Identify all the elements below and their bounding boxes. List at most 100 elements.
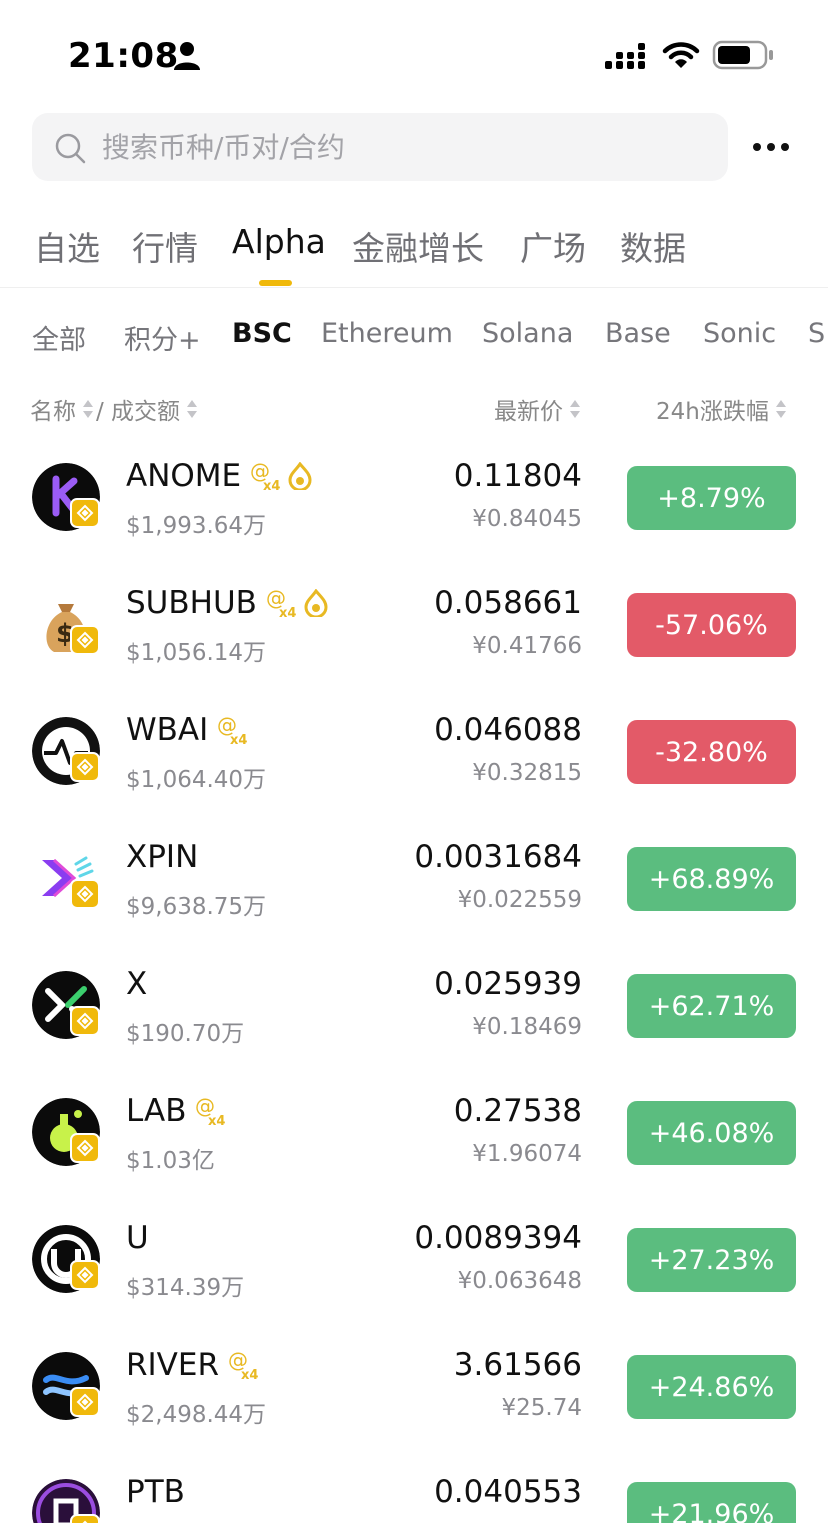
coin-symbol-text: SUBHUB (126, 585, 257, 621)
change-column-label: 24h涨跌幅 (656, 399, 769, 425)
person-icon (174, 42, 200, 70)
alpha-points-icon: @x4 (217, 714, 247, 746)
coin-price-cny: ¥25.74 (501, 1395, 582, 1421)
change-badge[interactable]: +68.89% (627, 847, 796, 911)
sort-price-header[interactable]: 最新价 (494, 392, 581, 426)
bnb-chain-icon (70, 1387, 100, 1417)
coin-row-wbai[interactable]: WBAI @ x4 $1,064.40万 0.046088 ¥0.32815 -3… (0, 700, 828, 827)
more-icon[interactable] (748, 132, 794, 162)
bnb-chain-icon (70, 752, 100, 782)
change-badge[interactable]: -32.80% (627, 720, 796, 784)
subtab-ethereum[interactable]: Ethereum (321, 318, 453, 349)
status-time: 21:08 (68, 36, 179, 76)
coin-row-ptb[interactable]: PTB 0.040553 +21.96% (0, 1462, 828, 1523)
change-badge[interactable]: +27.23% (627, 1228, 796, 1292)
subtab-solana[interactable]: Solana (482, 318, 573, 349)
fire-icon (288, 462, 312, 490)
bnb-chain-icon (70, 498, 100, 528)
sort-name-header[interactable]: 名称 / 成交额 (30, 392, 198, 426)
tab-finance-growth[interactable]: 金融增长 (352, 222, 484, 270)
coin-row-subhub[interactable]: $ SUBHUB @ x4 $1,056.14万 0.058661 ¥0.4176… (0, 573, 828, 700)
tab-alpha[interactable]: Alpha (232, 222, 326, 261)
subtab-overflow[interactable]: S (808, 318, 825, 349)
coin-price: 0.046088 (434, 712, 582, 748)
coin-volume: $1.03亿 (126, 1148, 215, 1174)
coin-row-lab[interactable]: LAB @ x4 $1.03亿 0.27538 ¥1.96074 +46.08% (0, 1081, 828, 1208)
coin-price-cny: ¥0.022559 (457, 887, 582, 913)
change-badge[interactable]: +21.96% (627, 1482, 796, 1523)
tab-square[interactable]: 广场 (520, 222, 586, 270)
coin-symbol: XPIN (126, 839, 198, 875)
coin-symbol: SUBHUB @ x4 (126, 585, 329, 621)
fire-icon (304, 589, 328, 617)
coin-price-cny: ¥1.96074 (472, 1141, 582, 1167)
alpha-multiplier: x4 (230, 733, 247, 746)
coin-volume: $1,064.40万 (126, 767, 267, 793)
alpha-multiplier: x4 (263, 479, 280, 492)
coin-price: 0.0031684 (414, 839, 582, 875)
bnb-chain-icon (70, 1260, 100, 1290)
coin-symbol: U (126, 1220, 149, 1256)
change-badge[interactable]: +62.71% (627, 974, 796, 1038)
coin-symbol: X (126, 966, 147, 1002)
change-badge[interactable]: +8.79% (627, 466, 796, 530)
search-input[interactable] (102, 127, 702, 167)
coin-price-cny: ¥0.32815 (472, 760, 582, 786)
alpha-multiplier: x4 (208, 1114, 225, 1127)
subtab-base[interactable]: Base (605, 318, 671, 349)
coin-row-x[interactable]: X $190.70万 0.025939 ¥0.18469 +62.71% (0, 954, 828, 1081)
coin-price-cny: ¥0.18469 (472, 1014, 582, 1040)
bnb-chain-icon (70, 625, 100, 655)
volume-column-label: / 成交额 (96, 399, 181, 425)
sort-change-header[interactable]: 24h涨跌幅 (656, 392, 787, 426)
sort-icon (775, 400, 786, 418)
tab-markets[interactable]: 行情 (132, 222, 198, 270)
coin-row-xpin[interactable]: XPIN $9,638.75万 0.0031684 ¥0.022559 +68.… (0, 827, 828, 954)
search-bar[interactable] (32, 113, 728, 181)
status-bar: 21:08 (0, 0, 828, 100)
coin-price: 0.11804 (453, 458, 582, 494)
tab-data[interactable]: 数据 (620, 222, 686, 270)
coin-price: 0.040553 (434, 1474, 582, 1510)
coin-symbol: WBAI @ x4 (126, 712, 250, 748)
subtab-all[interactable]: 全部 (32, 318, 86, 357)
coin-volume: $190.70万 (126, 1021, 245, 1047)
bnb-chain-icon (70, 1006, 100, 1036)
coin-symbol: RIVER @ x4 (126, 1347, 261, 1383)
coin-symbol: ANOME @ x4 (126, 458, 313, 494)
alpha-points-icon: @x4 (228, 1349, 258, 1381)
coin-row-river[interactable]: RIVER @ x4 $2,498.44万 3.61566 ¥25.74 +24.… (0, 1335, 828, 1462)
wifi-icon (662, 42, 700, 68)
sort-icon (83, 400, 93, 418)
coin-volume: $9,638.75万 (126, 894, 267, 920)
coin-symbol-text: PTB (126, 1474, 185, 1510)
coin-row-anome[interactable]: ANOME @ x4 $1,993.64万 0.11804 ¥0.84045 +8… (0, 446, 828, 573)
coin-symbol-text: ANOME (126, 458, 242, 494)
alpha-multiplier: x4 (279, 606, 296, 619)
change-badge[interactable]: +46.08% (627, 1101, 796, 1165)
subtab-points[interactable]: 积分+ (124, 318, 201, 357)
coin-volume: $314.39万 (126, 1275, 245, 1301)
alpha-multiplier: x4 (241, 1368, 258, 1381)
coin-price-cny: ¥0.84045 (472, 506, 582, 532)
alpha-points-icon: @x4 (250, 460, 280, 492)
bnb-chain-icon (70, 879, 100, 909)
coin-row-u[interactable]: U $314.39万 0.0089394 ¥0.063648 +27.23% (0, 1208, 828, 1335)
coin-price: 0.025939 (434, 966, 582, 1002)
coin-symbol-text: U (126, 1220, 149, 1256)
change-badge[interactable]: -57.06% (627, 593, 796, 657)
tab-watchlist[interactable]: 自选 (34, 222, 100, 270)
alpha-points-icon: @x4 (195, 1095, 225, 1127)
change-badge[interactable]: +24.86% (627, 1355, 796, 1419)
active-tab-indicator (259, 280, 292, 286)
subtab-bsc[interactable]: BSC (232, 318, 292, 349)
coin-price: 3.61566 (453, 1347, 582, 1383)
subtab-sonic[interactable]: Sonic (703, 318, 776, 349)
coin-symbol-text: LAB (126, 1093, 187, 1129)
sort-icon (570, 400, 580, 418)
search-icon (55, 133, 86, 164)
coin-price-cny: ¥0.41766 (472, 633, 582, 659)
coin-price: 0.27538 (453, 1093, 582, 1129)
coin-volume: $2,498.44万 (126, 1402, 267, 1428)
price-column-label: 最新价 (494, 399, 563, 425)
